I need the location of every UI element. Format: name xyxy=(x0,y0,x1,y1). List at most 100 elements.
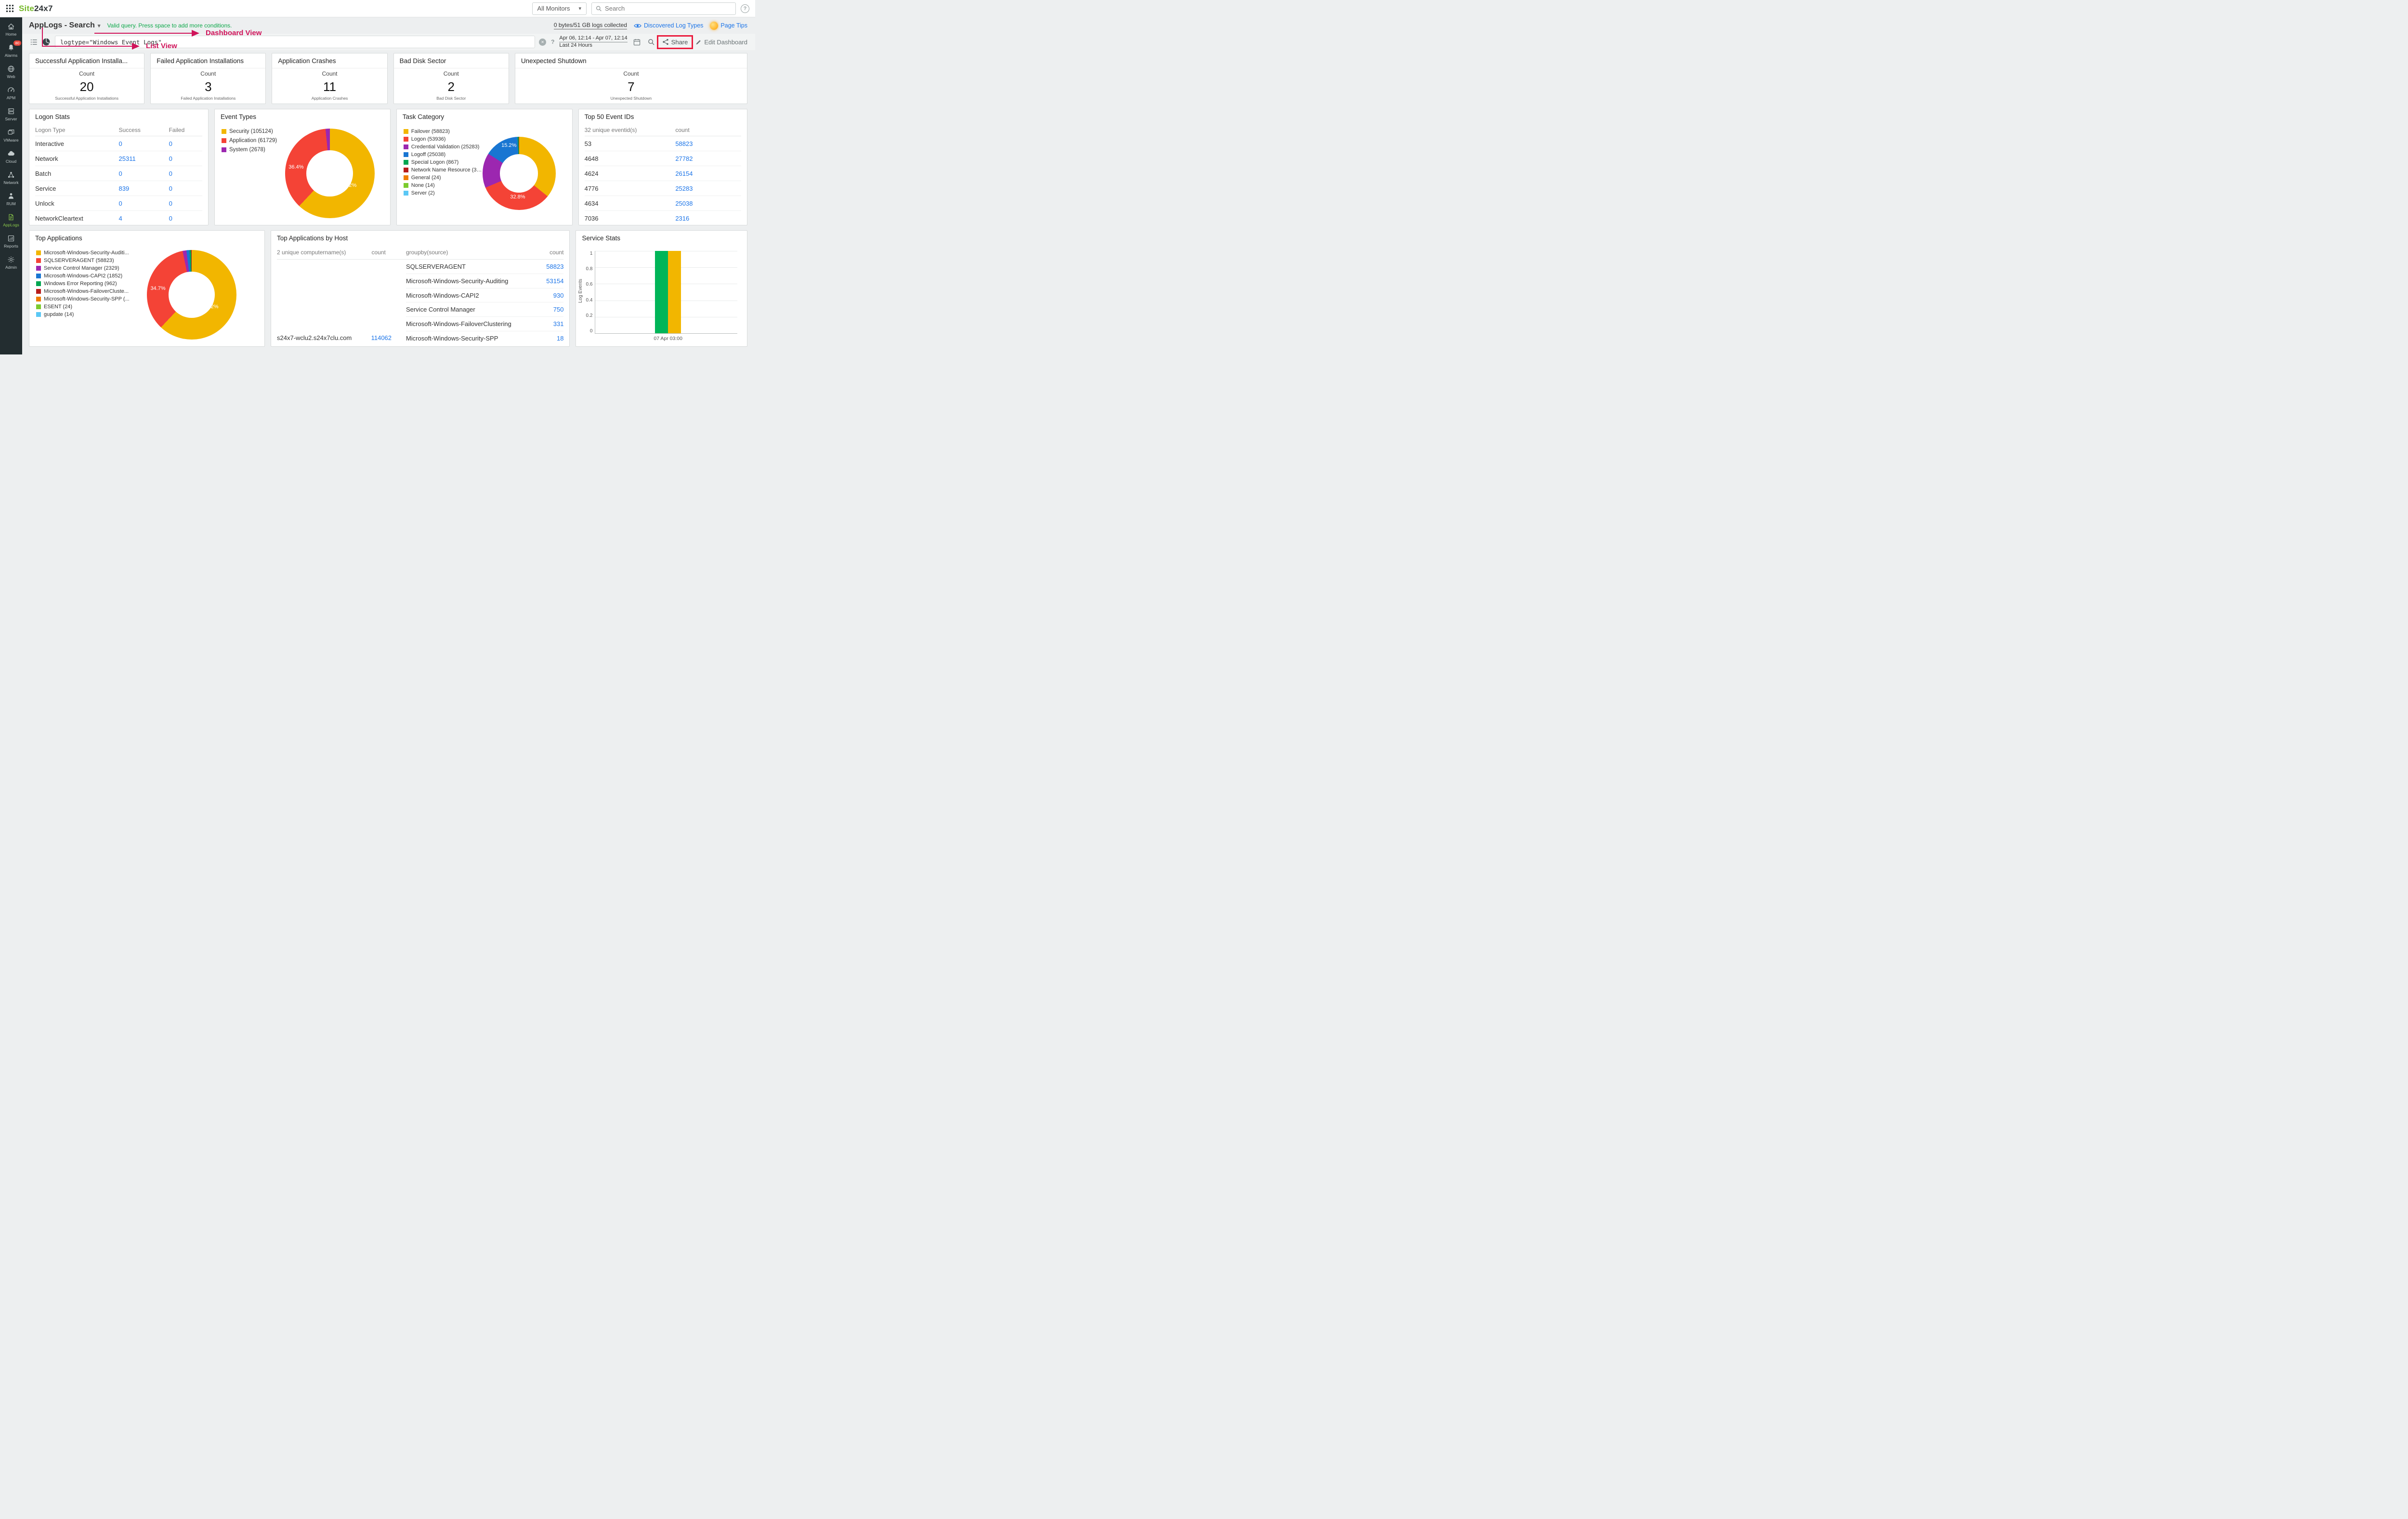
calendar-button[interactable] xyxy=(632,37,642,47)
logs-usage-link[interactable]: 0 bytes/51 GB logs collected xyxy=(553,22,627,29)
failed-count-link[interactable]: 0 xyxy=(169,200,202,207)
share-button[interactable]: Share xyxy=(656,35,694,49)
success-count-link[interactable]: 839 xyxy=(119,185,169,192)
legend-item[interactable]: Microsoft-Windows-CAPI2 (1852) xyxy=(36,273,147,279)
page-tips-link[interactable]: Page Tips xyxy=(710,21,747,30)
legend-item[interactable]: Credential Validation (25283) xyxy=(403,144,483,150)
table-row[interactable]: SQLSERVERAGENT 58823 xyxy=(406,260,564,274)
legend-item[interactable]: Microsoft-Windows-FailoverCluste... xyxy=(36,288,147,294)
clear-query-icon[interactable]: ✕ xyxy=(539,38,547,46)
table-row[interactable]: Unlock 0 0 xyxy=(35,196,202,211)
table-row[interactable]: Microsoft-Windows-Security-SPP 18 xyxy=(406,331,563,345)
sidebar-item-home[interactable]: Home xyxy=(0,19,22,40)
sidebar-item-applogs[interactable]: AppLogs xyxy=(0,210,22,231)
table-row[interactable]: Network 25311 0 xyxy=(35,151,202,166)
legend-item[interactable]: Server (2) xyxy=(403,190,483,196)
legend-item[interactable]: Logon (53936) xyxy=(403,136,483,142)
sidebar-item-rum[interactable]: RUM xyxy=(0,188,22,210)
sidebar-item-web[interactable]: Web xyxy=(0,61,22,82)
sidebar-item-alarms[interactable]: 80 Alarms xyxy=(0,40,22,61)
sidebar-item-cloud[interactable]: Cloud xyxy=(0,146,22,167)
discovered-log-types-link[interactable]: Discovered Log Types xyxy=(634,22,703,29)
source-count-link[interactable]: 53154 xyxy=(546,277,563,285)
table-row[interactable]: Interactive 0 0 xyxy=(35,136,202,151)
global-search-box[interactable] xyxy=(591,2,736,15)
edit-dashboard-button[interactable]: Edit Dashboard xyxy=(695,39,747,46)
task-category-donut-chart[interactable]: 15.2% 32.8% xyxy=(482,137,556,210)
legend-item[interactable]: General (24) xyxy=(403,175,483,181)
source-count-link[interactable]: 930 xyxy=(553,292,564,299)
page-title[interactable]: AppLogs - Search ▾ xyxy=(29,21,100,30)
dashboard-view-button[interactable] xyxy=(41,37,51,47)
table-row[interactable]: Microsoft-Windows-FailoverClustering 331 xyxy=(406,317,564,332)
top-applications-donut-chart[interactable]: 34.7% 62% xyxy=(147,250,236,340)
bar-group[interactable] xyxy=(655,251,681,333)
legend-item[interactable]: Microsoft-Windows-Security-SPP (... xyxy=(36,296,147,302)
sidebar-item-vmware[interactable]: VMware xyxy=(0,125,22,146)
sidebar-item-network[interactable]: Network xyxy=(0,167,22,188)
stat-card-bad-disk-sector[interactable]: Bad Disk Sector Count 2 Bad Disk Sector xyxy=(393,53,509,104)
failed-count-link[interactable]: 0 xyxy=(169,215,202,222)
all-monitors-dropdown[interactable]: All Monitors ▾ xyxy=(532,2,587,15)
table-row[interactable]: Service 839 0 xyxy=(35,181,202,196)
failed-count-link[interactable]: 0 xyxy=(169,155,202,162)
source-count-link[interactable]: 750 xyxy=(553,306,564,313)
sidebar-item-reports[interactable]: Reports xyxy=(0,231,22,252)
event-count-link[interactable]: 27782 xyxy=(675,155,741,162)
legend-item[interactable]: System (2678) xyxy=(222,147,285,153)
help-icon[interactable]: ? xyxy=(741,4,749,13)
legend-item[interactable]: Logoff (25038) xyxy=(403,152,483,157)
run-search-button[interactable] xyxy=(647,37,656,47)
failed-count-link[interactable]: 0 xyxy=(169,140,202,147)
event-count-link[interactable]: 26154 xyxy=(675,170,741,177)
table-row[interactable]: Microsoft-Windows-Security-Auditing 5315… xyxy=(406,274,564,288)
apps-grid-icon[interactable] xyxy=(6,4,14,13)
table-row[interactable]: 4624 26154 xyxy=(584,166,741,181)
success-count-link[interactable]: 0 xyxy=(119,170,169,177)
table-row[interactable]: Service Control Manager 750 xyxy=(406,302,564,317)
table-row[interactable]: NetworkCleartext 4 0 xyxy=(35,211,202,226)
table-row[interactable]: 53 58823 xyxy=(584,136,741,151)
legend-item[interactable]: Windows Error Reporting (962) xyxy=(36,281,147,287)
success-count-link[interactable]: 25311 xyxy=(119,155,169,162)
failed-count-link[interactable]: 0 xyxy=(169,170,202,177)
table-row[interactable]: 4648 27782 xyxy=(584,151,741,166)
list-view-button[interactable] xyxy=(29,37,39,47)
stat-card-successful-installations[interactable]: Successful Application Installa... Count… xyxy=(29,53,145,104)
stat-card-application-crashes[interactable]: Application Crashes Count 11 Application… xyxy=(272,53,388,104)
sidebar-item-server[interactable]: Server xyxy=(0,104,22,125)
legend-item[interactable]: Failover (58823) xyxy=(403,129,483,134)
sidebar-item-apm[interactable]: APM xyxy=(0,82,22,104)
failed-count-link[interactable]: 0 xyxy=(169,185,202,192)
event-types-donut-chart[interactable]: 36.4% 62% xyxy=(285,129,375,218)
service-stats-chart[interactable]: Log Events 1 0.8 0.6 0.4 0.2 0 07 Apr 03… xyxy=(576,245,747,344)
event-count-link[interactable]: 2316 xyxy=(675,215,741,222)
event-count-link[interactable]: 25283 xyxy=(675,185,741,192)
host-count-link[interactable]: 114062 xyxy=(371,334,406,341)
table-row[interactable]: 7036 2316 xyxy=(585,211,741,226)
legend-item[interactable]: None (14) xyxy=(403,183,483,188)
sidebar-item-admin[interactable]: Admin xyxy=(0,252,22,273)
time-range-picker[interactable]: Apr 06, 12:14 - Apr 07, 12:14 Last 24 Ho… xyxy=(559,35,628,49)
source-count-link[interactable]: 18 xyxy=(557,335,563,342)
table-row[interactable]: 4776 25283 xyxy=(584,181,741,196)
host-cell[interactable]: s24x7-wclu2.s24x7clu.com 114062 xyxy=(277,260,406,345)
legend-item[interactable]: Application (61729) xyxy=(222,138,285,144)
query-help-icon[interactable]: ? xyxy=(551,39,554,45)
success-count-link[interactable]: 0 xyxy=(119,140,169,147)
legend-item[interactable]: gupdate (14) xyxy=(36,312,147,317)
query-input[interactable]: logtype="Windows Event Logs" xyxy=(55,36,536,48)
legend-item[interactable]: SQLSERVERAGENT (58823) xyxy=(36,258,147,263)
site24x7-logo[interactable]: Site24x7 xyxy=(19,4,53,13)
legend-item[interactable]: Special Logon (867) xyxy=(403,159,483,165)
table-row[interactable]: Microsoft-Windows-CAPI2 930 xyxy=(406,288,564,303)
legend-item[interactable]: Service Control Manager (2329) xyxy=(36,265,147,271)
table-row[interactable]: 4634 25038 xyxy=(584,196,741,211)
stat-card-failed-installations[interactable]: Failed Application Installations Count 3… xyxy=(150,53,266,104)
legend-item[interactable]: ESENT (24) xyxy=(36,304,147,310)
success-count-link[interactable]: 0 xyxy=(119,200,169,207)
legend-item[interactable]: Microsoft-Windows-Security-Auditi... xyxy=(36,250,147,256)
event-count-link[interactable]: 58823 xyxy=(675,140,741,147)
legend-item[interactable]: Security (105124) xyxy=(222,129,285,134)
stat-card-unexpected-shutdown[interactable]: Unexpected Shutdown Count 7 Unexpected S… xyxy=(514,53,747,104)
